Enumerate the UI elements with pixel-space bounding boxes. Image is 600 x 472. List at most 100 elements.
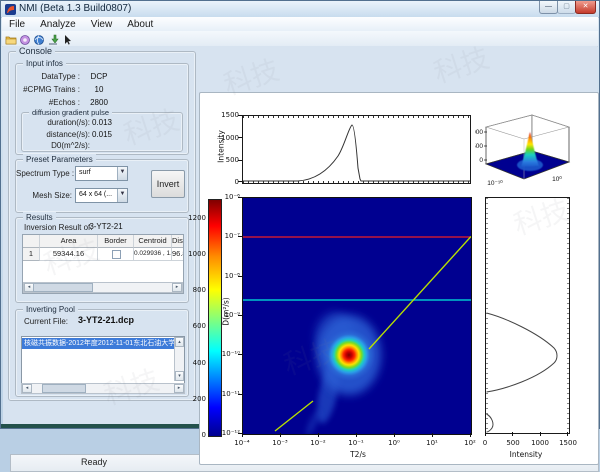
pool-listbox[interactable]: 核磁共振数据-2012年度2012-11-01东北石油大学3-YT2-21.dc…	[21, 336, 185, 384]
datatype-label: DataType :	[16, 72, 80, 81]
preset-parameters-label: Preset Parameters	[23, 154, 96, 165]
t2-projection-ylabel: Intensity	[217, 117, 226, 177]
menu-about[interactable]: About	[125, 19, 155, 30]
mesh-size-dropdown[interactable]: 64 x 64 (... ▼	[75, 188, 128, 203]
spectrum-type-dropdown[interactable]: surf ▼	[75, 166, 128, 181]
ytick-0: 0	[218, 178, 239, 186]
heatmap-overlay	[243, 198, 471, 434]
d-projection-plot	[485, 197, 570, 434]
table-header-centroid: Centroid	[134, 235, 172, 248]
app-icon	[5, 4, 16, 15]
hm-xtick-5: 10¹	[420, 439, 444, 447]
surface-xtick-left: 10⁻¹⁰	[487, 179, 503, 187]
title-bar: NMI (Beta 1.3 Build0807) — ▢ ✕	[1, 1, 599, 18]
diffusion-group-label: diffusion gradient pulse	[29, 107, 112, 118]
diffusion-group: diffusion gradient pulse duration(/s): 0…	[21, 112, 183, 152]
cpmg-trains-value: 10	[74, 85, 124, 94]
cbar-0: 0	[188, 431, 206, 439]
dp-xtick-1000: 1000	[530, 439, 550, 447]
scroll-thumb[interactable]	[42, 384, 86, 393]
table-row-index: 1	[23, 248, 40, 261]
scroll-up-icon[interactable]: ▴	[175, 337, 184, 347]
hm-ytick-0: 10⁻⁶	[216, 193, 240, 201]
echos-label: #Echos :	[16, 98, 80, 107]
results-group: Results Inversion Result of: 3-YT2-21 Ar…	[15, 217, 189, 303]
ytick-500: 500	[218, 156, 239, 164]
menu-bar: File Analyze View About	[2, 17, 598, 32]
globe-icon[interactable]	[33, 33, 45, 45]
table-h-scrollbar[interactable]: ◂ ▸	[23, 282, 183, 293]
scroll-down-icon[interactable]: ▾	[175, 371, 184, 381]
hm-ytick-2: 10⁻⁸	[216, 272, 240, 280]
pool-list-item-selected[interactable]: 核磁共振数据-2012年度2012-11-01东北石油大学3-YT2-21.dc…	[22, 338, 174, 349]
minor-ticks	[243, 116, 470, 118]
chevron-down-icon[interactable]: ▼	[117, 167, 127, 180]
menu-file[interactable]: File	[7, 19, 27, 30]
cbar-200: 200	[188, 395, 206, 403]
hm-xtick-2: 10⁻²	[306, 439, 330, 447]
hm-xtick-1: 10⁻³	[268, 439, 292, 447]
input-infos-group: Input infos DataType : DCP #CPMG Trains …	[15, 63, 189, 155]
results-table[interactable]: Area Border Centroid Dist 1 59344.16 0.0…	[22, 234, 184, 294]
d0-label: D0(m^2/s):	[22, 141, 90, 150]
tick-mark	[238, 276, 242, 277]
results-label: Results	[23, 212, 56, 223]
mesh-size-label: Mesh Size:	[16, 191, 72, 200]
ytick-1000: 1000	[218, 134, 239, 142]
minimize-button[interactable]: —	[539, 1, 558, 14]
datatype-value: DCP	[74, 72, 124, 81]
scroll-thumb[interactable]	[33, 283, 93, 292]
menu-view[interactable]: View	[89, 19, 115, 30]
mesh-size-value: 64 x 64 (...	[79, 191, 112, 198]
scroll-left-icon[interactable]: ◂	[22, 384, 32, 393]
tick-mark	[432, 433, 433, 437]
open-folder-icon[interactable]	[5, 33, 17, 45]
tick-mark	[238, 181, 242, 182]
tick-mark	[238, 236, 242, 237]
surface-xtick-right: 10⁰	[552, 175, 562, 183]
border-checkbox[interactable]	[112, 250, 121, 259]
pointer-icon[interactable]	[61, 33, 73, 45]
console-group-label: Console	[16, 46, 55, 57]
hm-xtick-4: 10⁰	[382, 439, 406, 447]
minor-ticks	[243, 181, 470, 183]
maximize-button[interactable]: ▢	[557, 1, 576, 14]
scroll-right-icon[interactable]: ▸	[174, 384, 184, 393]
d-projection-xlabel: Intensity	[506, 450, 546, 459]
table-cell-dist: 96.87	[172, 248, 183, 261]
hm-ytick-3: 10⁻⁹	[216, 311, 240, 319]
pool-h-scrollbar[interactable]: ◂ ▸	[21, 383, 185, 394]
table-header-area: Area	[40, 235, 98, 248]
hm-xtick-0: 10⁻⁴	[230, 439, 254, 447]
pool-v-scrollbar[interactable]: ▴ ▾	[174, 337, 184, 381]
table-cell-area: 59344.16	[40, 248, 98, 261]
tick-mark	[540, 432, 541, 436]
spectrum-type-label: Spectrum Type :	[16, 169, 72, 178]
minor-ticks	[486, 198, 488, 433]
menu-analyze[interactable]: Analyze	[38, 19, 78, 30]
cbar-1200: 1200	[188, 214, 206, 222]
close-button[interactable]: ✕	[575, 1, 596, 14]
duration-value: 0.013	[78, 118, 126, 127]
scroll-right-icon[interactable]: ▸	[172, 283, 182, 292]
t2-projection-plot	[242, 115, 471, 184]
tick-mark	[567, 432, 568, 436]
invert-button[interactable]: Invert	[151, 170, 185, 198]
tick-mark	[356, 433, 357, 437]
dp-xtick-500: 500	[503, 439, 523, 447]
t2-projection-curve	[243, 116, 470, 183]
diagonal-line-upper	[369, 237, 471, 350]
preset-parameters-group: Preset Parameters Spectrum Type : surf ▼…	[15, 159, 189, 213]
table-cell-centroid: 0.029936 , 1...	[134, 248, 172, 261]
import-icon[interactable]	[47, 33, 59, 45]
window-title: NMI (Beta 1.3 Build0807)	[19, 3, 131, 14]
input-infos-label: Input infos	[23, 58, 66, 69]
tick-mark	[238, 354, 242, 355]
tick-mark	[394, 433, 395, 437]
palette-icon[interactable]	[19, 33, 31, 45]
chevron-down-icon[interactable]: ▼	[117, 189, 127, 202]
current-file-value: 3-YT2-21.dcp	[71, 315, 141, 325]
table-header-dist: Dist	[172, 235, 183, 248]
tick-mark	[512, 432, 513, 436]
surface-3d-plot: 1000 500 0 10⁻¹⁰ 10⁰	[475, 103, 595, 193]
